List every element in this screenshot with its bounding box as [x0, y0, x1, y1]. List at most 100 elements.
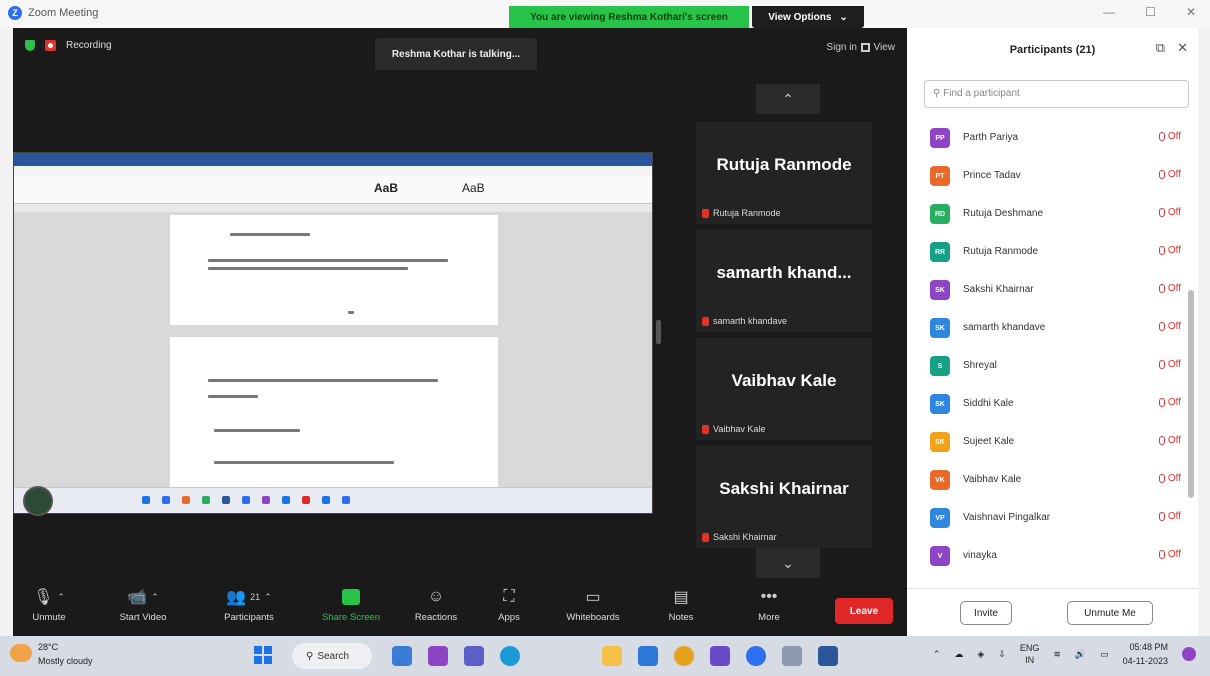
chevron-up-icon[interactable]: ⌃ — [57, 592, 65, 603]
scroll-up-button[interactable]: ⌃ — [756, 84, 820, 114]
chrome-icon[interactable] — [674, 646, 694, 666]
text-line — [214, 429, 300, 432]
mic-status-label: Off — [1167, 245, 1181, 256]
view-options-button[interactable]: View Options ⌄ — [752, 6, 864, 28]
participant-mic-status[interactable]: Off — [1158, 169, 1181, 180]
participants-panel: Participants (21) ⧉ ✕ ⚲ Find a participa… — [907, 28, 1198, 636]
notification-icon[interactable] — [1182, 647, 1196, 661]
participant-avatar: RR — [930, 242, 950, 262]
wifi-icon[interactable]: ≋ — [1053, 649, 1061, 660]
app-icon — [182, 496, 190, 504]
video-tile[interactable]: samarth khand... samarth khandave — [696, 230, 872, 332]
language-indicator[interactable]: ENG IN — [1020, 642, 1040, 666]
chat-icon[interactable] — [464, 646, 484, 666]
invite-button[interactable]: Invite — [960, 601, 1012, 625]
onedrive-icon[interactable]: ☁ — [954, 649, 963, 660]
participant-row[interactable]: SK Sakshi Khairnar Off — [907, 272, 1187, 310]
security-icon[interactable]: ◈ — [977, 649, 984, 660]
task-view-icon[interactable] — [392, 646, 412, 666]
participant-mic-status[interactable]: Off — [1158, 435, 1181, 446]
participant-row[interactable]: RR Rutuja Ranmode Off — [907, 234, 1187, 272]
panel-scrollbar[interactable] — [1188, 290, 1194, 498]
participant-row[interactable]: SK Sujeet Kale Off — [907, 424, 1187, 462]
participant-mic-status[interactable]: Off — [1158, 245, 1181, 256]
view-button[interactable]: View — [860, 42, 895, 53]
word-icon[interactable] — [818, 646, 838, 666]
app-icon[interactable] — [782, 646, 802, 666]
participant-mic-status[interactable]: Off — [1158, 207, 1181, 218]
participant-mic-status[interactable]: Off — [1158, 473, 1181, 484]
region-code: IN — [1025, 655, 1035, 665]
tile-name: Rutuja Ranmode — [716, 155, 852, 174]
participant-mic-status[interactable]: Off — [1158, 549, 1181, 560]
unmute-label: Unmute — [32, 612, 66, 623]
participant-search-input[interactable]: ⚲ Find a participant — [924, 80, 1189, 108]
shield-icon[interactable] — [25, 40, 35, 51]
chevron-up-icon[interactable]: ⌃ — [264, 592, 272, 603]
weather-icon[interactable] — [10, 644, 32, 662]
participants-button[interactable]: 👥 21 ⌃ Participants — [209, 586, 289, 623]
mic-status-label: Off — [1167, 359, 1181, 370]
reactions-button[interactable]: ☺ Reactions — [396, 586, 476, 623]
whiteboards-button[interactable]: ▭ Whiteboards — [553, 586, 633, 623]
close-icon[interactable]: ✕ — [1177, 40, 1188, 56]
participant-mic-status[interactable]: Off — [1158, 131, 1181, 142]
apps-button[interactable]: ⛶ Apps — [469, 586, 549, 623]
video-tile[interactable]: Sakshi Khairnar Sakshi Khairnar — [696, 446, 872, 548]
chevron-up-icon[interactable]: ⌃ — [933, 649, 941, 660]
windows-start-icon[interactable] — [254, 646, 272, 664]
notes-icon: ▤ — [673, 589, 689, 606]
participant-row[interactable]: PT Prince Tadav Off — [907, 158, 1187, 196]
recording-label: Recording — [66, 40, 112, 51]
participant-row[interactable]: PP Parth Pariya Off — [907, 120, 1187, 158]
weather-widget[interactable]: 28°C Mostly cloudy — [38, 640, 93, 668]
zoom-icon[interactable] — [746, 646, 766, 666]
share-screen-button[interactable]: Share Screen — [311, 586, 391, 623]
video-tile[interactable]: Vaibhav Kale Vaibhav Kale — [696, 338, 872, 440]
unmute-me-button[interactable]: Unmute Me — [1067, 601, 1153, 625]
participant-row[interactable]: VP Vaishnavi Pingalkar Off — [907, 500, 1187, 538]
store-icon[interactable] — [638, 646, 658, 666]
participant-mic-status[interactable]: Off — [1158, 283, 1181, 294]
video-tile[interactable]: Rutuja Ranmode Rutuja Ranmode — [696, 122, 872, 224]
search-icon: ⚲ — [933, 88, 944, 99]
participant-row[interactable]: Vvinayka Off — [907, 538, 1187, 576]
edge-icon[interactable] — [500, 646, 520, 666]
scroll-down-button[interactable]: ⌄ — [756, 548, 820, 578]
notes-button[interactable]: ▤ Notes — [641, 586, 721, 623]
app-icon[interactable] — [710, 646, 730, 666]
unmute-button[interactable]: 🎙 ⌃ Unmute — [9, 586, 89, 623]
panel-header: Participants (21) ⧉ ✕ — [907, 28, 1198, 72]
battery-icon[interactable]: ▭ — [1100, 649, 1109, 660]
minimize-button[interactable]: — — [1103, 5, 1115, 19]
volume-icon[interactable]: 🔊 — [1075, 649, 1086, 660]
mic-status-label: Off — [1167, 435, 1181, 446]
mic-muted-icon — [1158, 398, 1165, 407]
sign-in-link[interactable]: Sign in — [826, 42, 857, 53]
participant-row[interactable]: SK samarth khandave Off — [907, 310, 1187, 348]
clock[interactable]: 05:48 PM 04-11-2023 — [1123, 640, 1168, 668]
leave-button[interactable]: Leave — [835, 598, 893, 624]
close-window-button[interactable]: ✕ — [1186, 5, 1196, 19]
taskbar-search[interactable]: ⚲ Search — [292, 643, 372, 669]
participant-mic-status[interactable]: Off — [1158, 397, 1181, 408]
participant-row[interactable]: SK Siddhi Kale Off — [907, 386, 1187, 424]
usb-icon[interactable]: ⇩ — [998, 649, 1006, 660]
participant-mic-status[interactable]: Off — [1158, 359, 1181, 370]
participant-mic-status[interactable]: Off — [1158, 511, 1181, 522]
text-line — [208, 267, 408, 270]
participant-row[interactable]: VK Vaibhav Kale Off — [907, 462, 1187, 500]
resize-handle[interactable] — [656, 320, 661, 344]
shared-screen[interactable]: AaB AaB — [13, 152, 653, 514]
file-explorer-icon[interactable] — [602, 646, 622, 666]
participant-row[interactable]: RD Rutuja Deshmane Off — [907, 196, 1187, 234]
pop-out-icon[interactable]: ⧉ — [1156, 40, 1165, 56]
more-button[interactable]: ••• More — [729, 586, 809, 623]
participant-mic-status[interactable]: Off — [1158, 321, 1181, 332]
teams-icon[interactable] — [428, 646, 448, 666]
chevron-up-icon[interactable]: ⌃ — [151, 592, 159, 603]
start-video-button[interactable]: 📹 ⌃ Start Video — [103, 586, 183, 623]
participant-row[interactable]: S Shreyal Off — [907, 348, 1187, 386]
maximize-button[interactable]: ☐ — [1145, 5, 1156, 19]
page-number — [348, 311, 354, 314]
